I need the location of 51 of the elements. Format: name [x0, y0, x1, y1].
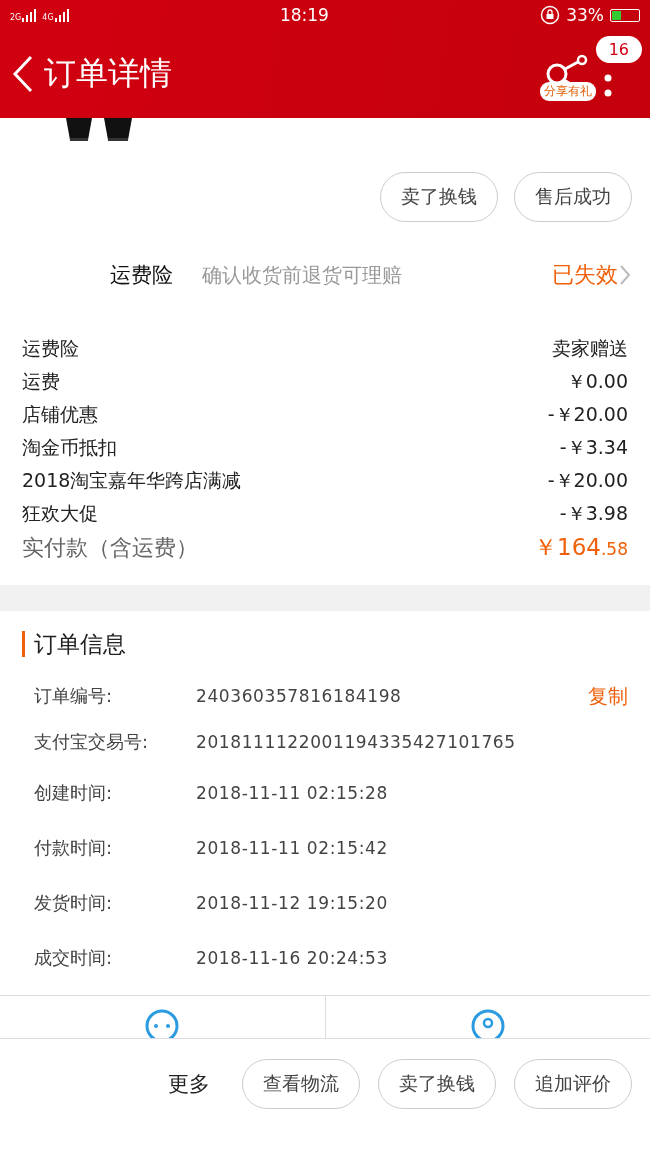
info-label: 付款时间: — [34, 835, 114, 860]
total-amount: ￥164.58 — [534, 533, 628, 562]
insurance-label: 运费险 — [110, 262, 174, 289]
share-button[interactable]: 分享有礼 — [540, 53, 596, 101]
info-label: 支付宝交易号: — [34, 730, 150, 754]
phone-icon[interactable] — [469, 1008, 506, 1038]
more-label[interactable]: 更多 — [168, 1070, 210, 1098]
price-value: -￥3.98 — [559, 501, 628, 526]
info-value: 2018-11-11 02:15:28 — [196, 782, 389, 803]
price-value: -￥3.34 — [559, 435, 628, 460]
total-label: 实付款（含运费） — [22, 533, 198, 562]
price-value: -￥20.00 — [547, 402, 628, 427]
info-label: 成交时间: — [34, 945, 114, 970]
more-icon[interactable] — [604, 74, 612, 98]
price-label: 2018淘宝嘉年华跨店满减 — [22, 468, 242, 493]
insurance-description: 确认收货前退货可理赔 — [202, 262, 403, 289]
price-label: 狂欢大促 — [22, 501, 98, 526]
signal-icon — [22, 8, 37, 22]
chat-icon[interactable] — [144, 1008, 181, 1038]
info-value: 2018-11-11 02:15:42 — [196, 837, 389, 858]
price-label: 淘金币抵扣 — [22, 435, 117, 460]
action-button[interactable]: 追加评价 — [514, 1059, 632, 1109]
info-value: 2018-11-12 19:15:20 — [196, 892, 389, 913]
info-label: 发货时间: — [34, 890, 114, 915]
action-button[interactable]: 卖了换钱 — [378, 1059, 496, 1109]
network-label: 2G — [10, 12, 22, 22]
rotation-lock-icon — [540, 5, 561, 25]
page-title: 订单详情 — [44, 53, 173, 94]
info-label: 创建时间: — [34, 780, 114, 805]
back-icon[interactable] — [12, 55, 34, 93]
info-value: 240360357816184198 — [196, 686, 403, 706]
info-value: 2018111122001194335427101765 — [196, 732, 517, 752]
signal-icon — [54, 8, 69, 22]
action-button[interactable]: 查看物流 — [242, 1059, 360, 1109]
section-title: 订单信息 — [22, 631, 628, 657]
chevron-icon — [618, 264, 632, 286]
action-button[interactable]: 卖了换钱 — [380, 172, 498, 222]
price-value: ￥0.00 — [566, 369, 628, 394]
info-value: 2018-11-16 20:24:53 — [196, 947, 389, 968]
price-label: 运费险 — [22, 336, 79, 361]
price-value: -￥20.00 — [547, 468, 628, 493]
price-label: 店铺优惠 — [22, 402, 98, 427]
price-value: 卖家赠送 — [552, 336, 628, 361]
info-label: 订单编号: — [34, 684, 114, 708]
price-label: 运费 — [22, 369, 60, 394]
action-button[interactable]: 售后成功 — [514, 172, 632, 222]
battery-icon — [610, 8, 640, 22]
network-label: 4G — [42, 12, 54, 22]
notification-badge: 16 — [595, 36, 642, 63]
battery-percent: 33% — [566, 5, 604, 25]
status-time: 18:19 — [279, 5, 329, 25]
